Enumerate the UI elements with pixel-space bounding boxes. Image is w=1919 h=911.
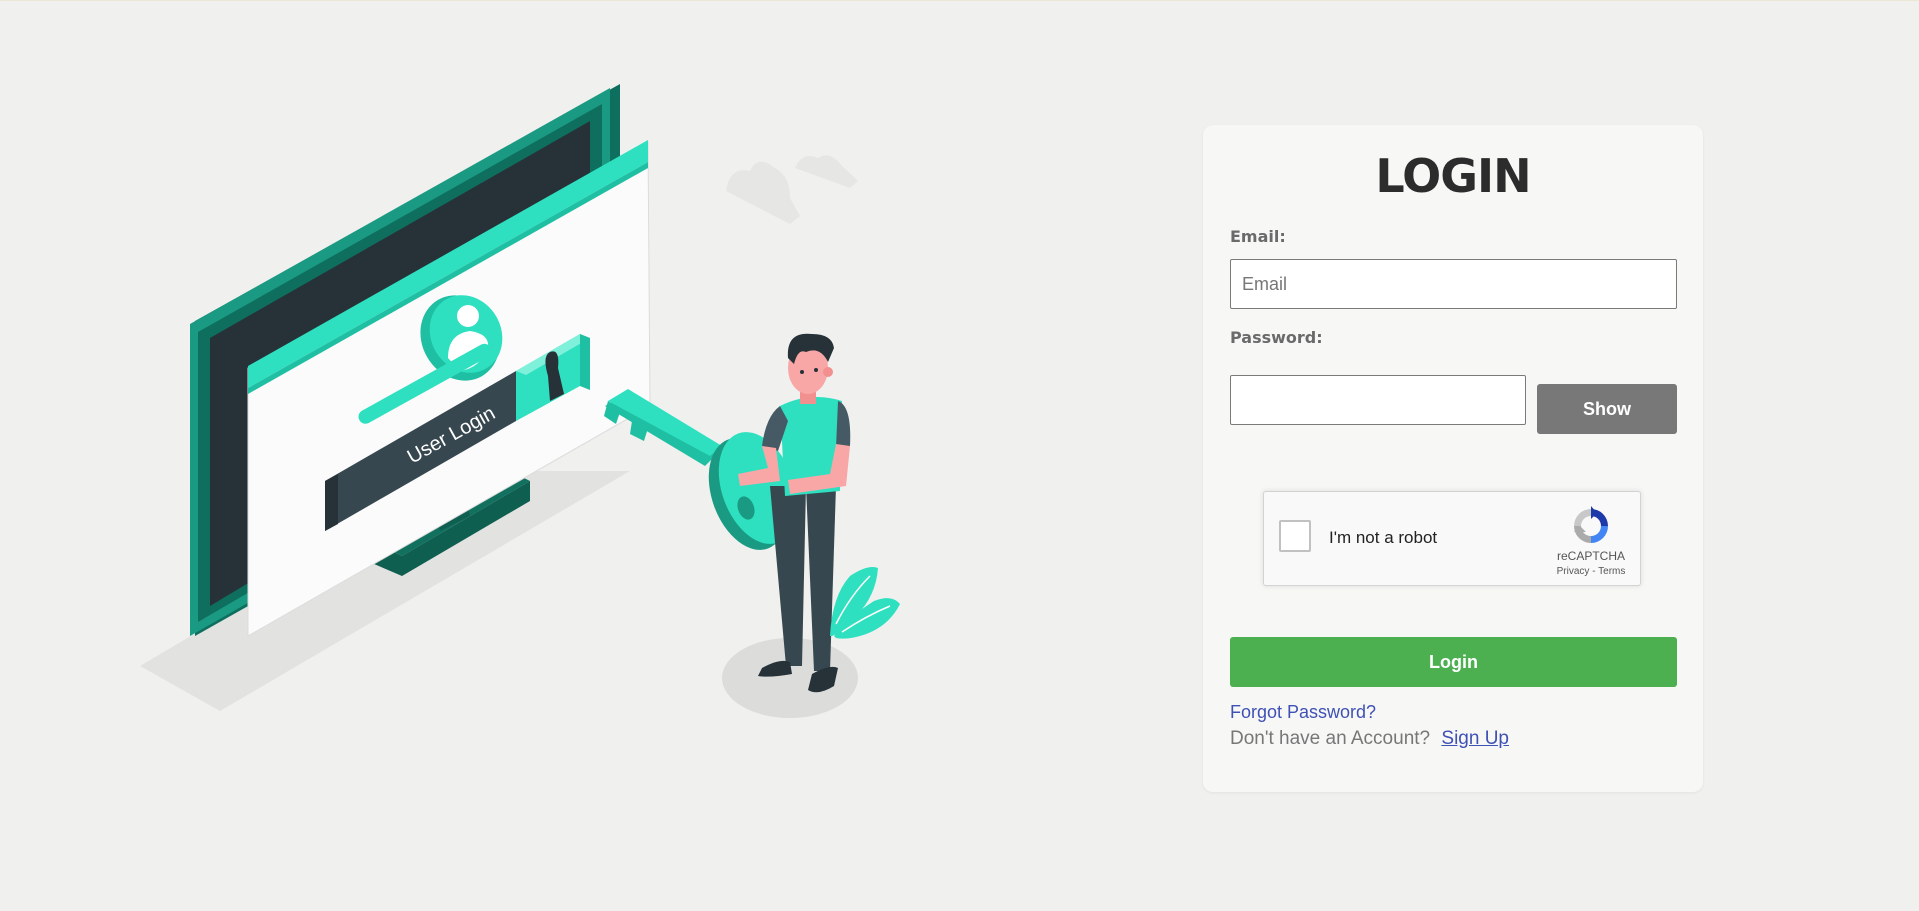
signup-prompt: Don't have an Account? — [1230, 728, 1431, 749]
recaptcha-logo-icon — [1574, 506, 1608, 543]
forgot-password-link[interactable]: Forgot Password? — [1230, 702, 1376, 723]
password-field[interactable] — [1230, 375, 1526, 425]
cloud-icon — [726, 155, 858, 224]
login-page: User Login LOGIN Email: Email Password: … — [0, 0, 1919, 911]
email-field[interactable] — [1230, 259, 1677, 309]
recaptcha-terms-link[interactable]: Terms — [1598, 566, 1625, 577]
login-button[interactable]: Login — [1230, 637, 1677, 687]
login-title: LOGIN — [1375, 149, 1531, 203]
plant-icon — [830, 567, 900, 639]
password-label: Password: — [1230, 328, 1323, 347]
recaptcha-checkbox[interactable] — [1279, 520, 1311, 552]
recaptcha-brand: reCAPTCHA — [1556, 549, 1625, 563]
recaptcha-privacy-link[interactable]: Privacy — [1557, 566, 1590, 577]
email-label: Email: — [1230, 227, 1286, 246]
recaptcha-label: I'm not a robot — [1329, 528, 1438, 547]
recaptcha-separator: - — [1589, 566, 1599, 577]
sign-up-link[interactable]: Sign Up — [1441, 728, 1509, 749]
login-key-illustration: User Login — [140, 84, 900, 718]
signup-row: Don't have an Account? Sign Up — [1230, 728, 1509, 750]
show-password-button[interactable]: Show — [1537, 384, 1677, 434]
recaptcha-links: Privacy - Terms — [1544, 566, 1638, 577]
login-form: LOGIN Email: Password: Show I'm not a ro… — [1203, 125, 1703, 792]
recaptcha-widget: I'm not a robot reCAPTCHA Privacy - Term… — [1263, 491, 1641, 586]
